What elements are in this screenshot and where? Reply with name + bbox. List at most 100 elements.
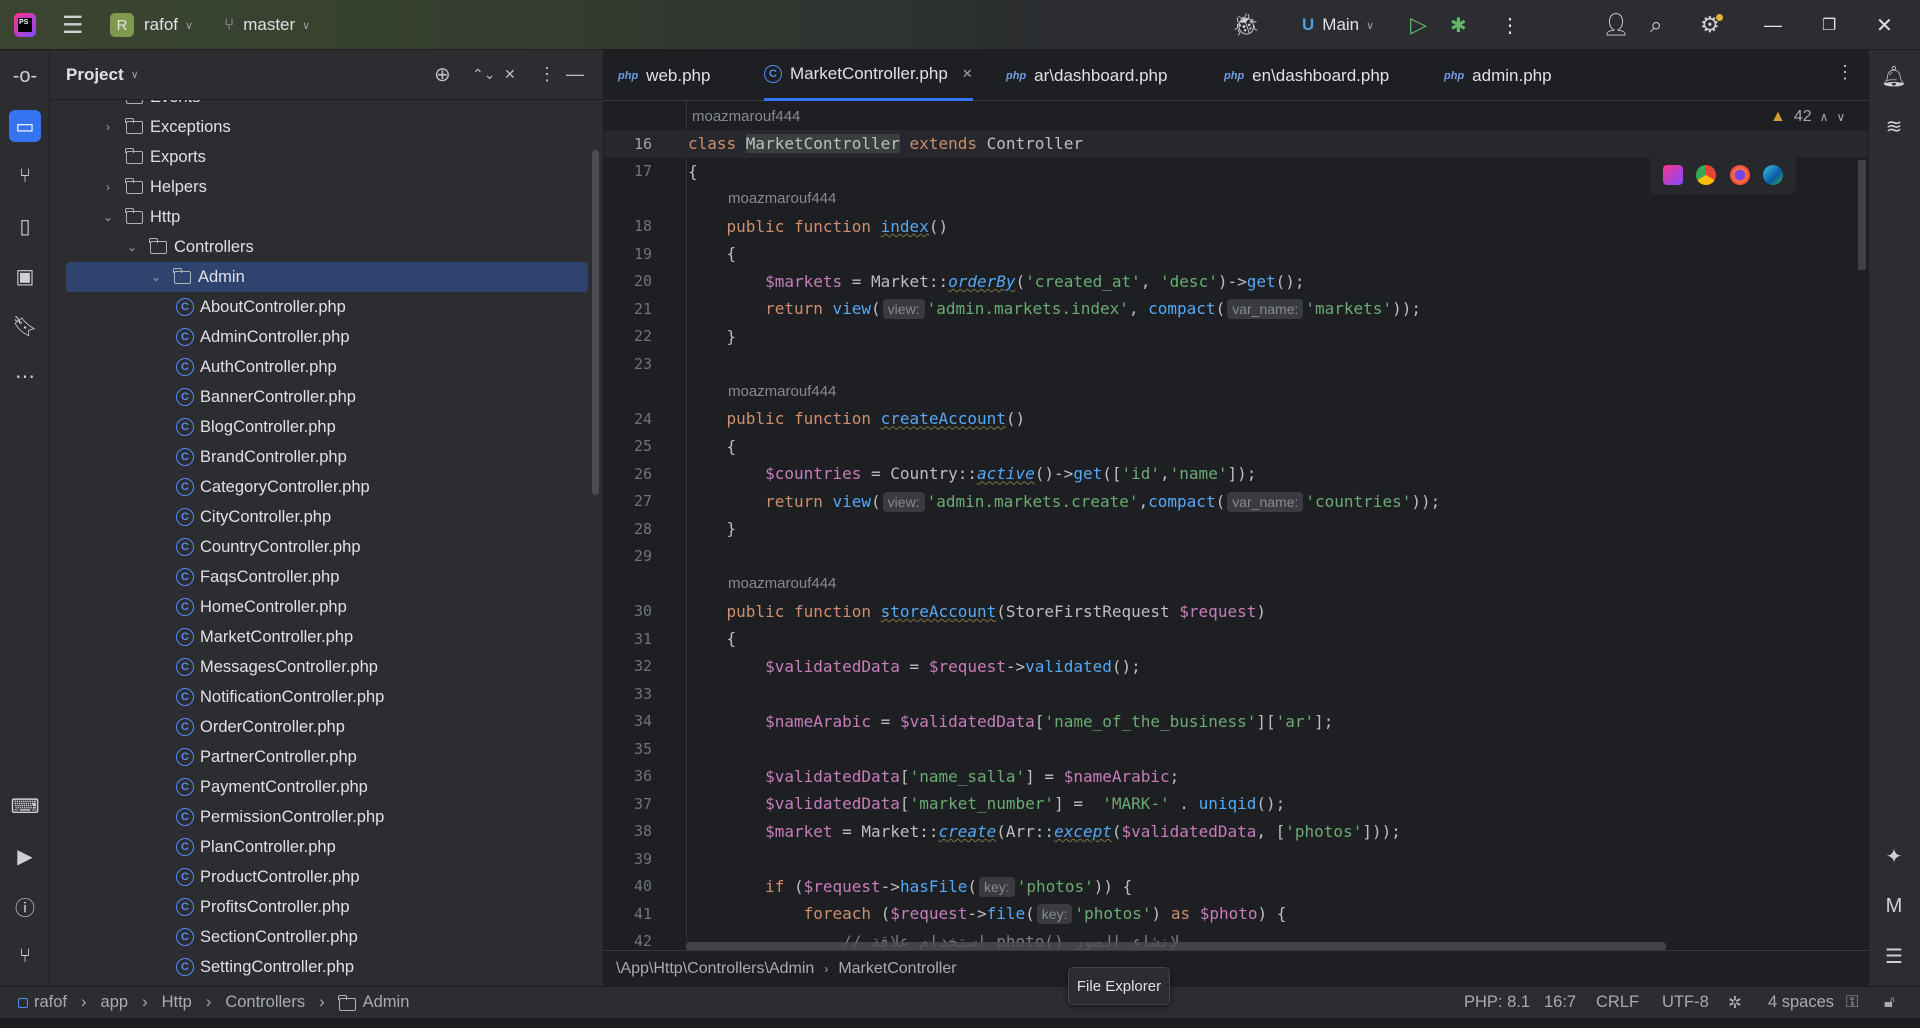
notifications-icon[interactable]: 🔔︎: [1878, 60, 1910, 92]
minimize-button[interactable]: —: [1764, 0, 1782, 50]
tree-item[interactable]: C PaymentController.php: [66, 772, 588, 802]
chevron-down-icon[interactable]: ⌄: [98, 210, 118, 224]
tab-admin-php[interactable]: php admin.php: [1444, 50, 1552, 101]
tree-item[interactable]: C SectionController.php: [66, 922, 588, 952]
bookmarks-icon[interactable]: 🔖︎: [9, 310, 41, 342]
file-encoding[interactable]: UTF-8: [1662, 993, 1709, 1012]
search-icon[interactable]: ⌕: [1650, 0, 1662, 50]
tree-item[interactable]: C SettingController.php: [66, 952, 588, 982]
tree-item[interactable]: C BlogController.php: [66, 412, 588, 442]
status-path-item[interactable]: rafof: [34, 993, 67, 1012]
project-panel-title[interactable]: Project: [66, 65, 124, 85]
tree-item[interactable]: C CountryController.php: [66, 532, 588, 562]
code-editor[interactable]: moazmarouf444 16 class MarketController e…: [604, 101, 1868, 968]
tree-item[interactable]: C PartnerController.php: [66, 742, 588, 772]
tree-item[interactable]: C OrderController.php: [66, 712, 588, 742]
phpstorm-browser-icon[interactable]: [1662, 165, 1683, 185]
settings-lock-icon[interactable]: ⚿: [1846, 993, 1859, 1012]
tree-item[interactable]: › Exceptions: [66, 112, 588, 142]
debug-listen-icon[interactable]: 🐞︎: [1232, 0, 1260, 50]
expand-all-icon[interactable]: ⌃⌄: [472, 66, 495, 83]
debug-icon[interactable]: ✱: [1450, 0, 1467, 50]
git-icon[interactable]: ⑂: [9, 940, 41, 972]
tree-item[interactable]: C CategoryController.php: [66, 472, 588, 502]
tree-item[interactable]: C BannerController.php: [66, 382, 588, 412]
status-path-item[interactable]: Http: [162, 993, 192, 1012]
tree-item[interactable]: C ProductController.php: [66, 862, 588, 892]
structure-icon[interactable]: ▯: [9, 210, 41, 242]
tab-marketcontroller-php[interactable]: C MarketController.php ✕: [764, 50, 973, 101]
phpstorm-logo-icon[interactable]: PS: [14, 0, 36, 50]
chevron-right-icon[interactable]: ›: [98, 100, 118, 104]
chevron-right-icon[interactable]: ›: [98, 120, 118, 134]
tree-item[interactable]: C HomeController.php: [66, 592, 588, 622]
tree-item[interactable]: ⌄ Admin: [66, 262, 588, 292]
run-config-selector[interactable]: U Main ∨: [1302, 0, 1374, 50]
database-icon[interactable]: ≋: [1878, 110, 1910, 142]
tabs-more-icon[interactable]: ⋮: [1836, 62, 1854, 83]
next-highlight-icon[interactable]: ∨: [1836, 110, 1845, 124]
terminal-icon[interactable]: ⌨: [9, 790, 41, 822]
main-menu-icon[interactable]: ☰: [62, 0, 84, 50]
firefox-icon[interactable]: [1729, 165, 1750, 185]
edge-icon[interactable]: [1763, 165, 1784, 185]
caret-position[interactable]: 16:7: [1544, 993, 1576, 1012]
tree-item[interactable]: C PermissionController.php: [66, 802, 588, 832]
problems-icon[interactable]: ⓘ: [9, 890, 41, 922]
indent-setting[interactable]: 4 spaces: [1768, 993, 1834, 1012]
options-icon[interactable]: ⋮: [538, 64, 556, 85]
collapse-all-icon[interactable]: ✕: [504, 66, 516, 83]
chevron-down-icon[interactable]: ⌄: [146, 270, 166, 284]
previous-highlight-icon[interactable]: ∧: [1820, 110, 1829, 124]
project-folder-icon[interactable]: ▭: [9, 110, 41, 142]
services-icon[interactable]: ▣: [9, 260, 41, 292]
branch-selector[interactable]: ⑂ master ∨: [224, 0, 310, 50]
chevron-down-icon[interactable]: ∨: [131, 68, 139, 81]
tree-item[interactable]: C MessagesController.php: [66, 652, 588, 682]
restore-button[interactable]: ❐: [1822, 0, 1836, 50]
add-user-icon[interactable]: 👤︎: [1602, 0, 1630, 50]
tab-en-dashboard-php[interactable]: php en\dashboard.php: [1224, 50, 1389, 101]
line-ending[interactable]: CRLF: [1596, 993, 1639, 1012]
breadcrumb-namespace[interactable]: \App\Http\Controllers\Admin: [616, 960, 814, 978]
hide-panel-icon[interactable]: —: [566, 64, 584, 85]
chevron-right-icon[interactable]: ›: [98, 180, 118, 194]
ai-assistant-icon[interactable]: ✦: [1878, 840, 1910, 872]
commit-icon[interactable]: -o-: [9, 60, 41, 92]
tree-item[interactable]: ⌄ Http: [66, 202, 588, 232]
status-path-item[interactable]: Controllers: [225, 993, 305, 1012]
tree-item[interactable]: C NotificationController.php: [66, 682, 588, 712]
more-tools-icon[interactable]: ⋯: [9, 360, 41, 392]
markdown-icon[interactable]: M: [1878, 890, 1910, 922]
tree-item[interactable]: C AuthController.php: [66, 352, 588, 382]
tab-ar-dashboard-php[interactable]: php ar\dashboard.php: [1006, 50, 1167, 101]
tree-item[interactable]: C BrandController.php: [66, 442, 588, 472]
tree-item[interactable]: C CityController.php: [66, 502, 588, 532]
chrome-icon[interactable]: [1696, 165, 1717, 185]
tree-item[interactable]: Exports: [66, 142, 588, 172]
tree-item[interactable]: C ProfitsController.php: [66, 892, 588, 922]
php-version[interactable]: PHP: 8.1: [1464, 993, 1530, 1012]
tree-scrollbar[interactable]: [592, 150, 599, 495]
run-icon[interactable]: ▷: [1410, 0, 1427, 50]
tree-item[interactable]: C AboutController.php: [66, 292, 588, 322]
debugger-status-icon[interactable]: ✲: [1728, 993, 1742, 1013]
close-tab-icon[interactable]: ✕: [962, 66, 973, 82]
locate-icon[interactable]: ⊕: [434, 62, 451, 87]
tree-item[interactable]: ⌄ Controllers: [66, 232, 588, 262]
more-icon[interactable]: ⋮: [1500, 0, 1520, 50]
project-selector[interactable]: R rafof ∨: [110, 0, 193, 50]
editor-scrollbar[interactable]: [1858, 160, 1866, 270]
close-button[interactable]: ✕: [1876, 0, 1893, 50]
run-services-icon[interactable]: ▶: [9, 840, 41, 872]
tree-item[interactable]: C FaqsController.php: [66, 562, 588, 592]
status-path-item[interactable]: app: [101, 993, 129, 1012]
tree-item[interactable]: C AdminController.php: [66, 322, 588, 352]
tree-item[interactable]: › Helpers: [66, 172, 588, 202]
structure-list-icon[interactable]: ☰: [1878, 940, 1910, 972]
inspection-widget[interactable]: ▲ 42 ∧ ∨: [1770, 108, 1845, 126]
tree-item[interactable]: C MarketController.php: [66, 622, 588, 652]
pull-requests-icon[interactable]: ⑂: [9, 160, 41, 192]
settings-icon[interactable]: ⚙: [1700, 0, 1723, 50]
tab-web-php[interactable]: php web.php: [618, 50, 710, 101]
